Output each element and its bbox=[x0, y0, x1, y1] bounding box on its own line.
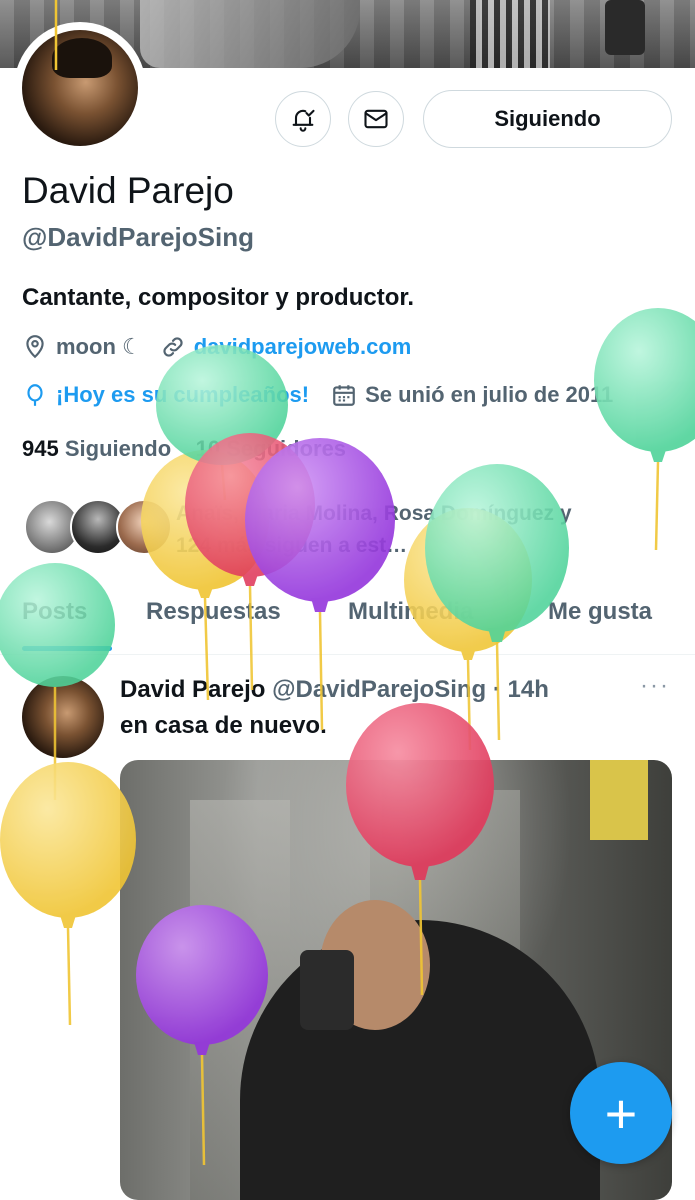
post-time[interactable]: 14h bbox=[508, 676, 549, 703]
balloon-icon bbox=[27, 384, 43, 406]
mail-icon bbox=[364, 109, 388, 129]
profile-bio: Cantante, compositor y productor. bbox=[22, 284, 415, 311]
post-header: David Parejo @DavidParejoSing · 14h bbox=[120, 676, 549, 704]
image-detail bbox=[300, 950, 354, 1030]
following-label: Siguiendo bbox=[64, 436, 172, 461]
profile-tabs: Posts Respuestas Multimedia Me gusta bbox=[0, 590, 695, 655]
link-icon bbox=[163, 337, 183, 357]
plus-icon: + bbox=[604, 1081, 638, 1145]
followers-you-know-text[interactable]: Anaïs, Maria Molina, Rosa Domínguez y 12… bbox=[176, 498, 606, 562]
followers-you-know-avatars[interactable] bbox=[24, 499, 172, 559]
followers-link[interactable]: 10 Seguidores bbox=[196, 436, 346, 461]
avatar bbox=[116, 499, 172, 555]
tab-media[interactable]: Multimedia bbox=[348, 598, 473, 626]
profile-location: moon ☾ bbox=[56, 334, 142, 359]
balloon bbox=[594, 308, 695, 551]
following-link[interactable]: 945 Siguiendo bbox=[22, 436, 171, 461]
compose-button[interactable]: + bbox=[570, 1062, 672, 1164]
active-tab-indicator bbox=[22, 646, 112, 651]
follow-counts: 945 Siguiendo 10 Seguidores bbox=[22, 436, 346, 462]
location-pin-icon bbox=[26, 335, 44, 359]
bell-check-icon bbox=[292, 109, 315, 132]
following-button[interactable]: Siguiendo bbox=[423, 90, 672, 148]
image-detail bbox=[590, 760, 648, 840]
banner-shape bbox=[605, 0, 645, 55]
balloon bbox=[156, 345, 288, 501]
profile-name: David Parejo bbox=[22, 170, 234, 211]
post-author-name[interactable]: David Parejo bbox=[120, 676, 265, 703]
profile-handle: @DavidParejoSing bbox=[22, 222, 254, 252]
post-author-handle[interactable]: @DavidParejoSing bbox=[272, 676, 486, 703]
avatar-detail bbox=[52, 38, 112, 78]
post-text: en casa de nuevo. bbox=[120, 712, 327, 739]
profile-website-link[interactable]: davidparejoweb.com bbox=[194, 334, 412, 360]
followers-count: 10 bbox=[195, 436, 221, 461]
calendar-icon bbox=[333, 385, 355, 406]
tab-replies[interactable]: Respuestas bbox=[146, 598, 281, 626]
banner-shape bbox=[470, 0, 550, 68]
joined-date: Se unió en julio de 2011 bbox=[365, 382, 614, 407]
post-separator: · bbox=[492, 676, 501, 703]
balloon bbox=[0, 762, 136, 1026]
balloon bbox=[141, 450, 269, 701]
more-icon[interactable]: ··· bbox=[640, 672, 670, 700]
tab-likes[interactable]: Me gusta bbox=[548, 598, 652, 626]
profile-avatar[interactable] bbox=[22, 30, 138, 146]
profile-meta-row: moon ☾ davidparejoweb.com bbox=[22, 334, 411, 360]
tab-posts[interactable]: Posts bbox=[22, 598, 87, 626]
followers-label: Seguidores bbox=[226, 436, 347, 461]
following-count: 945 bbox=[22, 436, 59, 461]
birthday-text: ¡Hoy es su cumpleaños! bbox=[56, 382, 310, 407]
post-author-avatar[interactable] bbox=[22, 676, 104, 758]
profile-meta-row: ¡Hoy es su cumpleaños! Se unió en julio … bbox=[22, 382, 613, 408]
message-button[interactable] bbox=[348, 91, 404, 147]
notifications-button[interactable] bbox=[275, 91, 331, 147]
banner-shape bbox=[140, 0, 360, 68]
